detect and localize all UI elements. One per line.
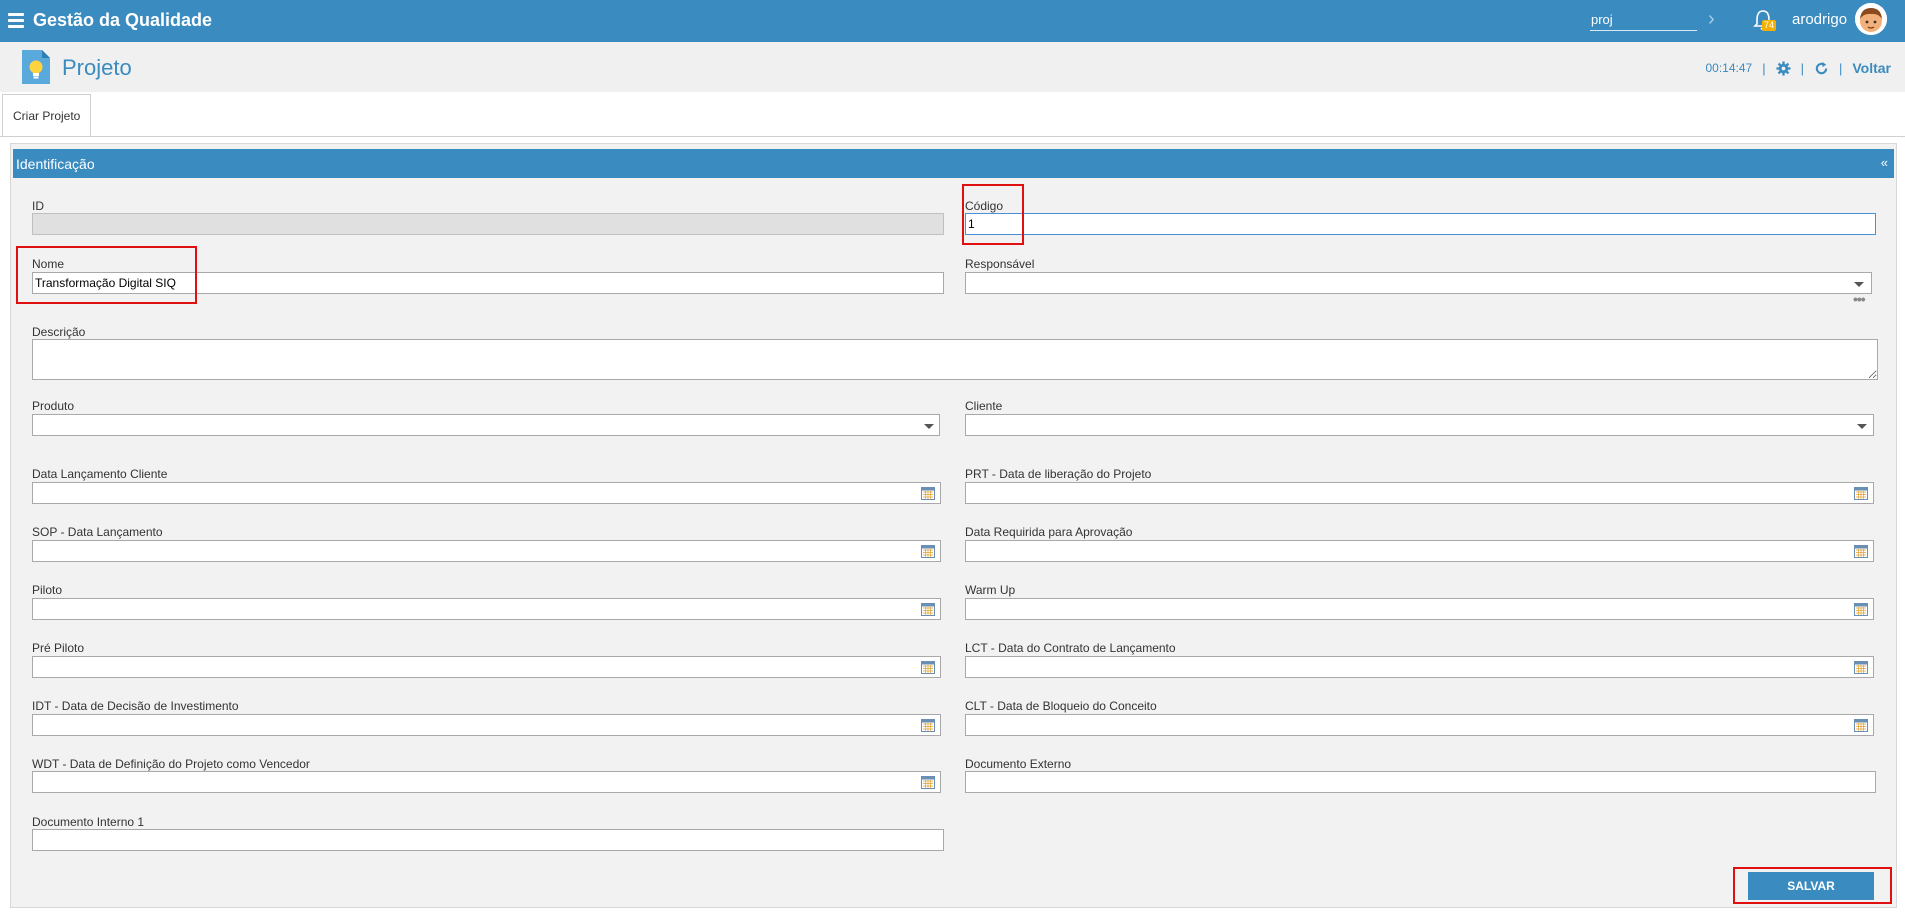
data-lancamento-cliente-label: Data Lançamento Cliente <box>32 467 168 481</box>
search-input[interactable] <box>1590 8 1697 31</box>
prt-field[interactable] <box>965 482 1874 504</box>
page-title: Projeto <box>62 55 132 80</box>
warm-up-label: Warm Up <box>965 583 1016 597</box>
header-actions: 00:14:47 | | | Voltar <box>1705 60 1891 76</box>
codigo-label: Código <box>965 199 1004 213</box>
panel-title: Identificação <box>16 156 95 172</box>
data-lancamento-cliente-field[interactable] <box>32 482 941 504</box>
calendar-icon[interactable] <box>1854 661 1868 674</box>
divider: | <box>1762 60 1766 76</box>
chevron-right-icon[interactable]: › <box>1708 8 1715 31</box>
wdt-label: WDT - Data de Definição do Projeto como … <box>32 757 310 771</box>
pre-piloto-field[interactable] <box>32 656 941 678</box>
cliente-select[interactable] <box>965 414 1874 436</box>
menu-icon[interactable] <box>8 13 24 28</box>
clt-field[interactable] <box>965 714 1874 736</box>
sop-field[interactable] <box>32 540 941 562</box>
produto-label: Produto <box>32 399 75 413</box>
calendar-icon[interactable] <box>1854 719 1868 732</box>
lct-label: LCT - Data do Contrato de Lançamento <box>965 641 1176 655</box>
calendar-icon[interactable] <box>921 776 935 789</box>
chevron-down-icon[interactable] <box>1857 424 1867 429</box>
nome-field[interactable] <box>32 272 944 294</box>
page-header: Projeto 00:14:47 | | | Voltar <box>0 42 1905 92</box>
id-label: ID <box>32 199 44 213</box>
calendar-icon[interactable] <box>1854 603 1868 616</box>
documento-externo-field[interactable] <box>965 771 1876 793</box>
responsavel-label: Responsável <box>965 257 1035 271</box>
warm-up-field[interactable] <box>965 598 1874 620</box>
notification-badge: 74 <box>1762 20 1777 31</box>
prt-label: PRT - Data de liberação do Projeto <box>965 467 1152 481</box>
lightbulb-document-icon <box>22 50 50 84</box>
pre-piloto-label: Pré Piloto <box>32 641 85 655</box>
produto-select[interactable] <box>32 414 940 436</box>
descricao-label: Descrição <box>32 325 86 339</box>
calendar-icon[interactable] <box>921 719 935 732</box>
sop-label: SOP - Data Lançamento <box>32 525 163 539</box>
tab-bar: Criar Projeto <box>0 92 1905 137</box>
calendar-icon[interactable] <box>921 661 935 674</box>
calendar-icon[interactable] <box>921 545 935 558</box>
divider: | <box>1800 60 1804 76</box>
documento-interno-1-label: Documento Interno 1 <box>32 815 145 829</box>
piloto-label: Piloto <box>32 583 63 597</box>
more-options-icon[interactable]: ••• <box>1853 291 1866 307</box>
app-title[interactable]: Gestão da Qualidade <box>33 10 212 31</box>
save-button[interactable]: SALVAR <box>1748 872 1874 900</box>
piloto-field[interactable] <box>32 598 941 620</box>
calendar-icon[interactable] <box>1854 545 1868 558</box>
back-link[interactable]: Voltar <box>1852 60 1891 76</box>
chevron-down-icon[interactable] <box>924 424 934 429</box>
refresh-icon[interactable] <box>1814 61 1829 76</box>
nome-label: Nome <box>32 257 65 271</box>
username[interactable]: arodrigo <box>1792 11 1847 28</box>
identification-panel: Identificação « <box>10 143 1897 908</box>
tab-divider <box>0 136 1905 137</box>
session-timer: 00:14:47 <box>1705 61 1753 75</box>
clt-label: CLT - Data de Bloqueio do Conceito <box>965 699 1157 713</box>
collapse-icon[interactable]: « <box>1881 155 1888 170</box>
data-requerida-label: Data Requirida para Aprovação <box>965 525 1133 539</box>
documento-interno-1-field[interactable] <box>32 829 944 851</box>
calendar-icon[interactable] <box>921 603 935 616</box>
divider: | <box>1838 60 1843 76</box>
calendar-icon[interactable] <box>921 487 935 500</box>
codigo-field[interactable] <box>965 213 1876 235</box>
gear-icon[interactable] <box>1776 60 1791 76</box>
calendar-icon[interactable] <box>1854 487 1868 500</box>
lct-field[interactable] <box>965 656 1874 678</box>
id-field <box>32 213 944 235</box>
avatar[interactable] <box>1855 3 1887 35</box>
panel-header[interactable]: Identificação « <box>13 149 1894 178</box>
idt-label: IDT - Data de Decisão de Investimento <box>32 699 239 713</box>
tab-criar-projeto[interactable]: Criar Projeto <box>2 94 92 137</box>
documento-externo-label: Documento Externo <box>965 757 1072 771</box>
top-bar: Gestão da Qualidade › 74 arodrigo <box>0 0 1905 42</box>
responsavel-select[interactable] <box>965 272 1872 294</box>
cliente-label: Cliente <box>965 399 1003 413</box>
idt-field[interactable] <box>32 714 941 736</box>
descricao-textarea[interactable] <box>32 339 1878 380</box>
wdt-field[interactable] <box>32 771 941 793</box>
chevron-down-icon[interactable] <box>1854 282 1864 287</box>
data-requerida-field[interactable] <box>965 540 1874 562</box>
